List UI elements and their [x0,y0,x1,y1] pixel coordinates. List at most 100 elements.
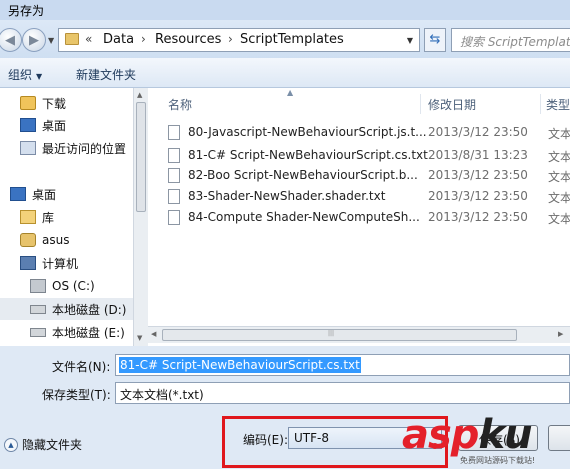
recent-places-icon [20,141,36,155]
back-arrow-icon: ◀ [5,32,15,48]
file-date: 2013/8/31 13:23 [428,148,528,162]
nav-item-recent-places[interactable]: 最近访问的位置 [20,137,126,159]
breadcrumb-resources[interactable]: Resources [155,32,221,47]
title-bar: 另存为 [0,0,570,20]
os-drive-icon [30,279,46,293]
computer-icon [20,256,36,270]
refresh-button[interactable]: ⇆ [424,28,446,52]
file-row[interactable]: 83-Shader-NewShader.shader.txt 2013/3/12… [168,187,570,207]
chevron-down-icon[interactable]: ▼ [407,36,413,45]
organize-label: 组织 [8,68,33,82]
cancel-button[interactable] [548,425,570,451]
breadcrumb-data[interactable]: Data [103,32,134,47]
text-file-icon [168,189,180,204]
nav-item-label: 库 [42,210,55,225]
filename-field[interactable]: 81-C# Script-NewBehaviourScript.cs.txt [115,354,570,376]
address-bar[interactable]: « Data › Resources › ScriptTemplates ▼ [58,28,420,52]
nav-item-disk-d[interactable]: 本地磁盘 (D:) [0,298,133,320]
nav-item-downloads[interactable]: 下载 [20,92,66,114]
file-name: 84-Compute Shader-NewComputeSh... [188,210,420,224]
scrollbar-grip-icon: ||| [328,330,335,337]
back-button[interactable]: ◀ [0,28,22,52]
aspku-watermark-logo: aspku [402,412,533,458]
chevron-left-icon[interactable]: « [85,32,92,46]
filename-value: 81-C# Script-NewBehaviourScript.cs.txt [119,357,361,373]
nav-item-desktop[interactable]: 桌面 [20,114,66,136]
file-name: 82-Boo Script-NewBehaviourScript.b... [188,168,418,182]
nav-item-asus[interactable]: asus [20,229,69,251]
nav-item-disk-e[interactable]: 本地磁盘 (E:) [30,321,125,343]
file-name: 83-Shader-NewShader.shader.txt [188,189,386,203]
nav-item-label: 桌面 [42,118,67,133]
local-disk-icon [30,327,46,337]
file-list: ▲ 名称 修改日期 类型 80-Javascript-NewBehaviourS… [148,88,570,346]
chevron-right-icon[interactable]: › [141,32,146,46]
text-file-icon [168,210,180,225]
library-icon [20,210,36,224]
text-file-icon [168,125,180,140]
file-type: 文本 [548,191,570,205]
forward-arrow-icon: ▶ [29,32,39,48]
file-row[interactable]: 84-Compute Shader-NewComputeSh... 2013/3… [168,208,570,228]
history-dropdown-icon[interactable]: ▼ [48,36,54,45]
search-input[interactable]: 搜索 ScriptTemplates [451,28,570,52]
nav-item-label: 最近访问的位置 [42,141,127,156]
breadcrumb-scripttemplates[interactable]: ScriptTemplates [240,32,344,47]
file-list-scrollbar[interactable]: ◀ ||| ▶ [148,326,570,343]
refresh-icon: ⇆ [429,32,441,47]
desktop-icon [20,118,36,132]
organize-menu[interactable]: 组织 ▼ [8,66,42,83]
toolbar: 组织 ▼ 新建文件夹 [0,58,570,88]
search-placeholder: 搜索 ScriptTemplates [460,35,570,49]
file-date: 2013/3/12 23:50 [428,168,528,182]
file-list-scrollbar-thumb[interactable] [162,329,517,341]
nav-item-library[interactable]: 库 [20,206,54,228]
column-header-date[interactable]: 修改日期 [428,96,476,113]
local-disk-icon [30,304,46,314]
scroll-right-icon[interactable]: ▶ [558,330,563,338]
nav-item-os-c[interactable]: OS (C:) [30,275,95,297]
file-name: 81-C# Script-NewBehaviourScript.cs.txt [188,148,428,162]
file-date: 2013/3/12 23:50 [428,189,528,203]
user-folder-icon [20,233,36,247]
chevron-down-icon: ▼ [36,72,43,81]
column-divider[interactable] [420,94,421,114]
file-row[interactable]: 80-Javascript-NewBehaviourScript.js.t...… [168,123,570,143]
watermark-ku: ku [478,412,532,458]
forward-button[interactable]: ▶ [22,28,46,52]
nav-item-computer[interactable]: 计算机 [20,252,78,274]
nav-item-label: OS (C:) [52,279,95,293]
file-row[interactable]: 82-Boo Script-NewBehaviourScript.b... 20… [168,166,570,186]
nav-scrollbar-thumb[interactable] [136,102,146,212]
column-divider[interactable] [540,94,541,114]
window-title: 另存为 [8,4,45,18]
navigation-pane: 下载 桌面 最近访问的位置 桌面 库 asus 计算机 OS (C:) 本地磁盘… [0,88,148,346]
nav-item-label: 计算机 [42,256,79,271]
file-row[interactable]: 81-C# Script-NewBehaviourScript.cs.txt 2… [168,146,570,166]
hide-folders-label: 隐藏文件夹 [22,438,83,452]
chevron-right-icon[interactable]: › [228,32,233,46]
file-type: 文本 [548,212,570,226]
scroll-up-icon[interactable]: ▲ [137,91,142,99]
savetype-label: 保存类型(T): [42,388,111,402]
text-file-icon [168,168,180,183]
file-name: 80-Javascript-NewBehaviourScript.js.t... [188,125,427,139]
scroll-down-icon[interactable]: ▼ [137,334,142,342]
watermark-tagline: 免费网站源码下载站! [460,456,536,465]
column-header-name[interactable]: 名称 [168,96,192,113]
savetype-select[interactable]: 文本文档(*.txt) [115,382,570,404]
text-file-icon [168,148,180,163]
column-header-type[interactable]: 类型 [546,96,570,113]
nav-item-desktop-root[interactable]: 桌面 [10,183,56,205]
nav-item-label: 桌面 [32,187,57,202]
file-type: 文本 [548,127,570,141]
scroll-left-icon[interactable]: ◀ [151,330,156,338]
nav-scrollbar[interactable]: ▲ ▼ [133,88,148,346]
watermark-asp: asp [402,412,479,458]
nav-item-label: asus [42,233,70,247]
chevron-up-icon: ▲ [4,437,18,452]
new-folder-button[interactable]: 新建文件夹 [76,66,136,83]
file-date: 2013/3/12 23:50 [428,210,528,224]
filename-label: 文件名(N): [52,360,111,374]
hide-folders-toggle[interactable]: ▲ 隐藏文件夹 [4,436,82,453]
